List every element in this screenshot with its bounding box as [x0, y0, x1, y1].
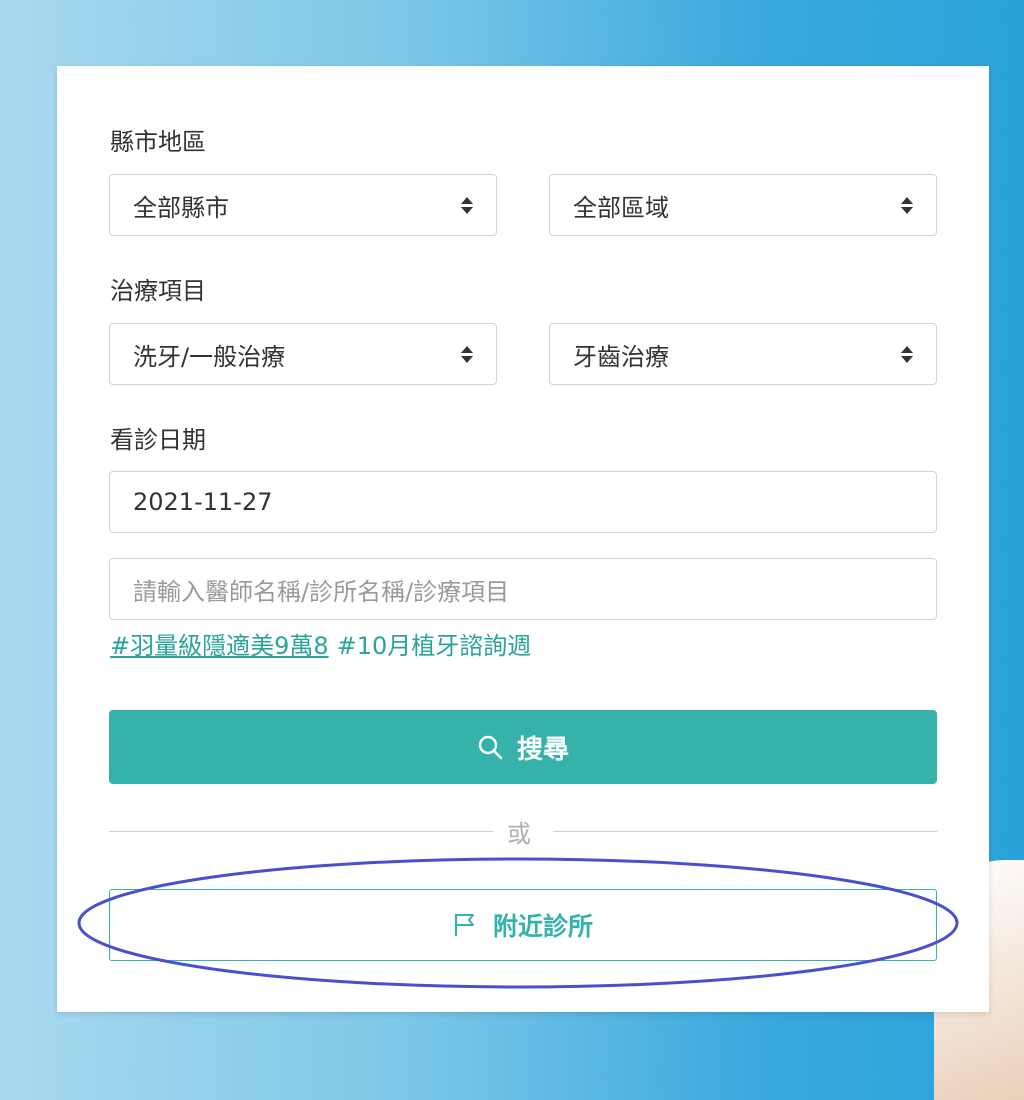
search-card: 縣市地區 全部縣市 全部區域 治療項目 洗牙/一般治療 牙齒治療 看診日期 20… [57, 66, 989, 1012]
sort-caret-icon [461, 346, 473, 353]
date-label: 看診日期 [110, 426, 206, 454]
sort-caret-icon [901, 356, 913, 363]
city-select-value: 全部縣市 [133, 193, 229, 222]
nearby-clinics-button[interactable]: 附近診所 [109, 889, 937, 961]
district-select[interactable]: 全部區域 [549, 174, 937, 236]
divider-line-left [109, 831, 493, 832]
search-icon [478, 735, 503, 760]
treatment-sub-select[interactable]: 牙齒治療 [549, 323, 937, 385]
date-input[interactable]: 2021-11-27 [109, 471, 937, 533]
sort-caret-icon [461, 207, 473, 214]
sort-caret-icon [901, 197, 913, 204]
divider-line-right [553, 831, 937, 832]
divider-text: 或 [507, 820, 531, 848]
treatment-select[interactable]: 洗牙/一般治療 [109, 323, 497, 385]
treatment-sub-select-value: 牙齒治療 [573, 342, 669, 371]
keyword-search-input[interactable]: 請輸入醫師名稱/診所名稱/診療項目 [109, 558, 937, 620]
region-label: 縣市地區 [110, 128, 206, 156]
search-button[interactable]: 搜尋 [109, 710, 937, 784]
flag-icon [454, 914, 474, 936]
treatment-label: 治療項目 [110, 277, 206, 305]
sort-caret-icon [901, 346, 913, 353]
keyword-search-placeholder: 請輸入醫師名稱/診所名稱/診療項目 [133, 577, 510, 606]
search-button-label: 搜尋 [516, 734, 569, 765]
sort-caret-icon [901, 207, 913, 214]
sort-caret-icon [461, 356, 473, 363]
sort-caret-icon [461, 197, 473, 204]
treatment-select-value: 洗牙/一般治療 [133, 342, 286, 371]
nearby-clinics-label: 附近診所 [492, 912, 593, 941]
hashtag-links: #羽量級隱適美9萬8 #10月植牙諮詢週 [110, 626, 531, 661]
district-select-value: 全部區域 [573, 193, 669, 222]
hashtag-link[interactable]: #羽量級隱適美9萬8 [110, 632, 329, 660]
city-select[interactable]: 全部縣市 [109, 174, 497, 236]
date-input-value: 2021-11-27 [133, 488, 273, 516]
hashtag-link[interactable]: #10月植牙諮詢週 [337, 632, 532, 660]
